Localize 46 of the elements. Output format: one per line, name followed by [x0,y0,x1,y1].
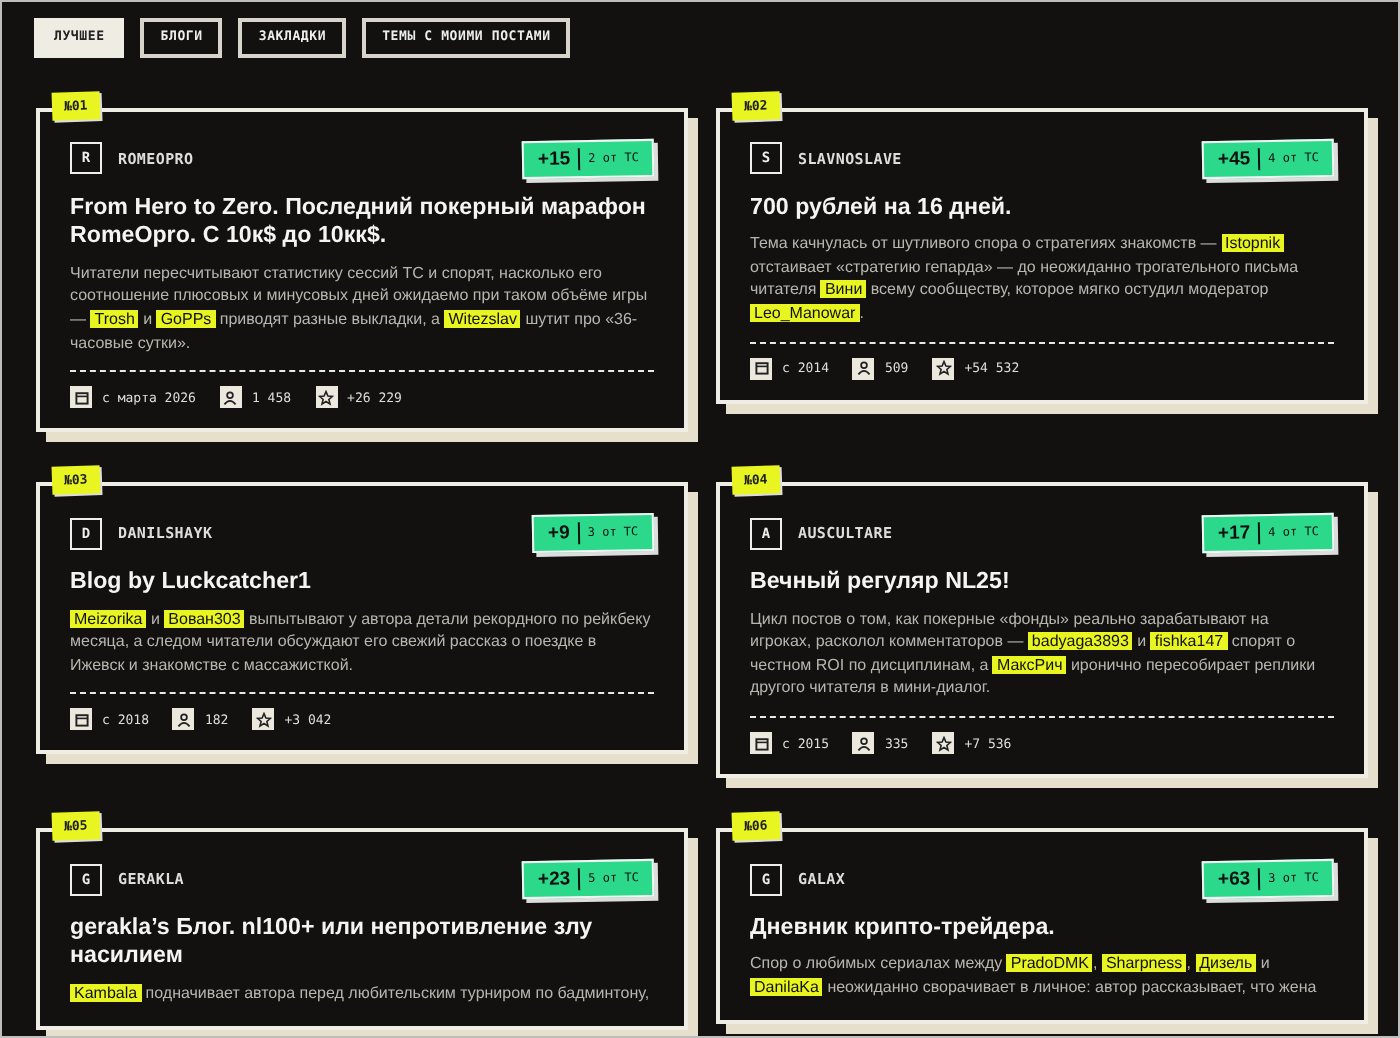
post-title[interactable]: Blog by Luckcatcher1 [70,568,654,598]
post-description: Цикл постов о том, как покерные «фонды» реально зарабатывают на игроках, расколол комментаторов — badyaga3893 и fishka147 спорят о честном ROI по дисциплинам, а МаксРич иронично пересобирает реплики другого читателя в мини-диалог. [750,607,1318,700]
score-value: +15 [536,147,580,171]
calendar-icon [70,708,92,731]
calendar-icon [70,386,92,409]
username-link[interactable]: МаксРич [992,655,1067,674]
person-icon [219,386,242,409]
username-link[interactable]: PradoDMK [1006,954,1093,973]
post-description: Тема качнулась от шутливого спора о стратегиях знакомств — Istopnik отстаивает «стратегию гепарда» — до неожиданно трогательного письма читателя Вини всему сообществу, которое мягко остудил модератор Leo_Manowar . [750,232,1301,326]
score-value: +17 [1216,522,1260,546]
username-link[interactable]: Witezslav [444,309,521,328]
person-icon [852,357,875,380]
calendar-icon [750,357,772,380]
score-value: +23 [536,868,580,891]
username-link[interactable]: fishka147 [1150,632,1228,651]
calendar-icon [750,732,772,754]
username-link[interactable]: GoPPs [156,309,216,328]
post-title[interactable]: From Hero to Zero. Последний покерный марафон RomeOpro. С 10к$ до 10кк$. [70,193,654,252]
post-description: Спор о любимых сериалах между PradoDMK , Sharpness , Дизель и DanilaKa неожиданно сворачивает в личное: автор рассказывает, что жена [750,952,1319,1000]
username-link[interactable]: Sharpness [1101,954,1187,973]
score-value: +45 [1216,147,1260,171]
username-link[interactable]: DanilaKa [750,978,823,997]
username-link[interactable]: Вован303 [164,609,245,628]
post-title[interactable]: gerakla’s Блог. nl100+ или непротивление злу насилием [70,914,654,972]
post-description: Читатели пересчитывают статистику сессий ТС и спорят, насколько его соотношение плюсовых и минусовых дней ожидаемо при таком объёме игры — Trosh и GoPPs приводят разные выкладки, а Witezslav шутит про «36-часовые сутки». [70,261,650,355]
score-value: +9 [547,522,580,546]
username-link[interactable]: Вини [820,280,867,299]
score-value: +63 [1216,868,1260,891]
username-link[interactable]: Trosh [90,309,139,328]
username-link[interactable]: Meizorika [70,609,147,628]
star-icon [932,357,955,380]
username-link[interactable]: Istopnik [1221,234,1285,253]
star-icon [252,708,275,731]
username-link[interactable]: Kambala [70,983,142,1002]
post-title[interactable]: Вечный регуляр NL25! [750,568,1334,598]
star-icon [315,386,338,409]
username-link[interactable]: badyaga3893 [1027,632,1133,651]
username-link[interactable]: Leo_Manowar [750,304,860,323]
star-icon [932,732,955,754]
post-title[interactable]: 700 рублей на 16 дней. [750,193,1334,223]
person-icon [852,732,875,754]
post-description: Meizorika и Вован303 выпытывают у автора детали рекордного по рейкбеку месяца, а следом читатели обсуждают его свежий рассказ о поездке в Ижевск и знакомстве с массажисткой. [70,607,653,677]
username-link[interactable]: Дизель [1195,954,1257,973]
post-title[interactable]: Дневник крипто-трейдера. [750,914,1334,943]
post-description: Kambala подначивает автора перед любительским турниром по бадминтону, [70,981,652,1006]
person-icon [172,708,195,731]
